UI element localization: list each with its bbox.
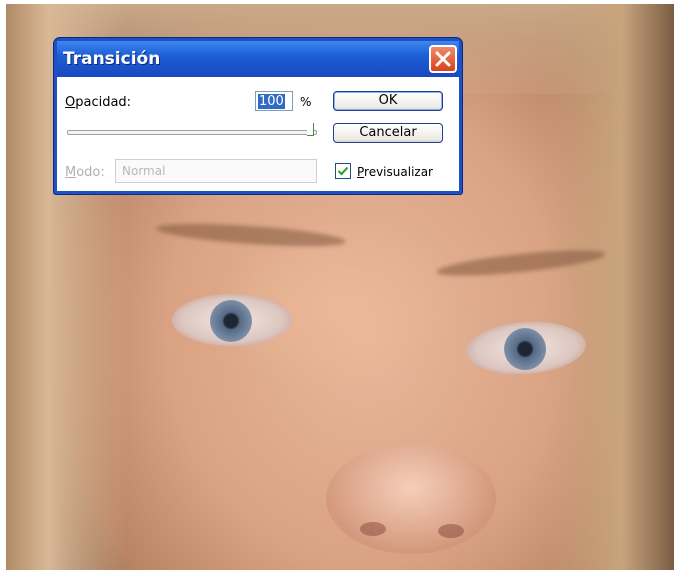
mode-label-rest: odo: — [76, 165, 105, 180]
dialog-title: Transición — [63, 49, 161, 69]
preview-label-mnemonic: P — [357, 165, 365, 179]
preview-checkbox[interactable] — [335, 163, 351, 179]
checkmark-icon — [337, 166, 349, 176]
nostril-right — [438, 524, 464, 538]
opacity-label-mnemonic: O — [65, 95, 76, 110]
cancel-button[interactable]: Cancelar — [333, 123, 443, 143]
opacity-input[interactable]: 100 — [255, 91, 293, 111]
ok-button[interactable]: OK — [333, 91, 443, 111]
eye-left — [172, 294, 292, 346]
opacity-slider-handle[interactable] — [307, 123, 314, 136]
nostril-left — [360, 522, 386, 536]
opacity-slider-track[interactable] — [67, 130, 317, 135]
mode-label-mnemonic: M — [65, 165, 77, 180]
close-button[interactable] — [429, 45, 457, 73]
eyebrow-left — [155, 219, 347, 251]
hair-right — [544, 4, 674, 570]
opacity-label: Opacidad: — [65, 95, 131, 110]
preview-label-rest: revisualizar — [364, 165, 433, 179]
fade-dialog: Transición Opacidad: 100 % Modo: Normal … — [54, 38, 462, 194]
mode-select[interactable]: Normal — [115, 159, 317, 183]
dialog-titlebar[interactable]: Transición — [57, 41, 459, 77]
dialog-body: Opacidad: 100 % Modo: Normal OK Cancelar… — [57, 77, 459, 191]
nose — [326, 444, 496, 554]
percent-unit: % — [300, 95, 312, 109]
opacity-label-rest: pacidad: — [75, 95, 132, 110]
mode-label: Modo: — [65, 165, 105, 180]
preview-label[interactable]: Previsualizar — [357, 165, 433, 179]
iris-right — [502, 326, 548, 372]
iris-left — [210, 300, 252, 342]
opacity-value: 100 — [258, 94, 285, 109]
mode-value: Normal — [122, 164, 166, 178]
close-icon — [435, 51, 451, 67]
